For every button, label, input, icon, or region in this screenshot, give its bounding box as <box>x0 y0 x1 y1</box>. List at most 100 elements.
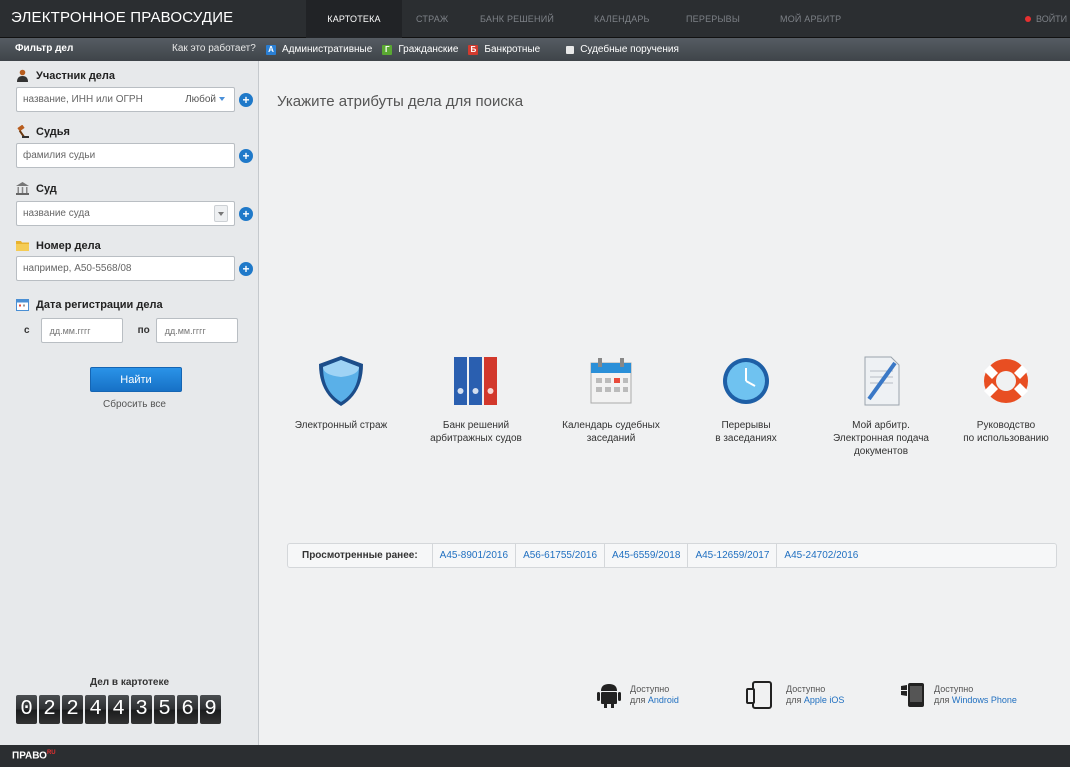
tile-electronic-guard[interactable]: Электронный страж <box>276 353 406 432</box>
nav-kartoteka[interactable]: КАРТОТЕКА <box>306 0 402 38</box>
case-number-input[interactable]: например, А50-5568/08 <box>16 256 235 281</box>
search-hint: Укажите атрибуты дела для поиска <box>277 93 524 110</box>
nav-strazh[interactable]: СТРАЖ <box>402 0 460 38</box>
case-number-section: Номер дела <box>16 239 101 252</box>
filter-sidebar: Участник дела название, ИНН или ОГРН Люб… <box>0 61 259 745</box>
cases-counter-label: Дел в картотеке <box>89 677 170 688</box>
android-icon <box>597 684 621 708</box>
folder-icon <box>16 241 29 251</box>
date-from-label: с <box>24 325 30 336</box>
courthouse-icon <box>16 182 29 195</box>
add-participant-icon[interactable]: + <box>239 93 253 107</box>
app-for-label: для <box>786 695 802 705</box>
participant-role-select[interactable]: Любой <box>185 94 225 105</box>
category-a-badge-icon: А <box>266 44 276 55</box>
login-label: ВОЙТИ <box>1036 14 1068 24</box>
tile-recesses[interactable]: Перерывы в заседаниях <box>681 353 811 445</box>
judge-placeholder: фамилия судьи <box>23 150 96 161</box>
login-dot-icon <box>1025 16 1031 22</box>
add-court-icon[interactable]: + <box>239 207 253 221</box>
recent-cases-bar: Просмотренные ранее: А45-8901/2016 А56-6… <box>287 543 1057 568</box>
calendar-large-icon <box>590 358 632 404</box>
android-link[interactable]: Android <box>648 695 679 705</box>
app-android[interactable]: Доступно для Android <box>596 681 679 709</box>
judge-section: Судья <box>16 125 70 138</box>
judge-input[interactable]: фамилия судьи <box>16 143 235 168</box>
nav-bank-resheniy[interactable]: БАНК РЕШЕНИЙ <box>460 0 572 38</box>
app-for-label: для <box>630 695 646 705</box>
main-panel: Укажите атрибуты дела для поиска Электро… <box>260 61 1070 745</box>
clock-icon <box>723 358 769 404</box>
recent-case-link[interactable]: А45-8901/2016 <box>433 544 517 567</box>
date-to-input[interactable]: дд.мм.гггг <box>155 318 238 343</box>
tile-court-calendar[interactable]: Календарь судебных заседаний <box>546 353 676 445</box>
pravo-logo-sup: RU <box>46 750 56 756</box>
court-label: Суд <box>36 182 57 195</box>
court-dropdown-icon[interactable] <box>214 205 228 222</box>
nav-calendar[interactable]: КАЛЕНДАРЬ <box>572 0 672 38</box>
recent-cases-label: Просмотренные ранее: <box>288 544 433 567</box>
participant-label: Участник дела <box>36 69 116 82</box>
windows-phone-icon <box>901 683 924 707</box>
category-court-orders[interactable]: Судебные поручения <box>566 44 679 55</box>
recent-case-link[interactable]: А45-12659/2017 <box>688 544 778 567</box>
counter-digit: 2 <box>39 695 60 724</box>
how-it-works-link[interactable]: Как это работает? <box>172 43 256 54</box>
tile-label: документов <box>853 446 909 457</box>
judge-label: Судья <box>36 125 70 138</box>
date-from-input[interactable]: дд.мм.гггг <box>40 318 123 343</box>
add-case-number-icon[interactable]: + <box>239 262 253 276</box>
counter-digit: 5 <box>154 695 175 724</box>
tile-label: Электронный страж <box>294 420 388 431</box>
case-number-placeholder: например, А50-5568/08 <box>23 263 132 274</box>
recent-case-link[interactable]: А56-61755/2016 <box>516 544 606 567</box>
category-bankruptcy[interactable]: Б Банкротные <box>468 44 540 55</box>
pravo-logo[interactable]: ПРАВОRU <box>12 750 56 761</box>
login-link[interactable]: ВОЙТИ <box>1025 0 1067 38</box>
tile-label: Мой арбитр. <box>852 420 910 431</box>
tile-label: в заседаниях <box>715 433 777 444</box>
nav-pereryvy[interactable]: ПЕРЕРЫВЫ <box>672 0 764 38</box>
category-label: Гражданские <box>398 44 459 55</box>
top-nav: КАРТОТЕКА СТРАЖ БАНК РЕШЕНИЙ КАЛЕНДАРЬ П… <box>306 0 864 38</box>
tile-label: заседаний <box>586 433 636 444</box>
tile-label: Перерывы <box>721 420 771 431</box>
binders-icon <box>454 357 497 405</box>
participant-section: Участник дела <box>16 69 115 82</box>
pravo-logo-text: ПРАВО <box>12 750 47 762</box>
recent-case-link[interactable]: А45-6559/2018 <box>605 544 689 567</box>
add-judge-icon[interactable]: + <box>239 149 253 163</box>
participant-placeholder: название, ИНН или ОГРН <box>23 94 143 105</box>
category-civil[interactable]: Г Гражданские <box>382 44 458 55</box>
participant-input[interactable]: название, ИНН или ОГРН Любой <box>16 87 235 112</box>
counter-digit: 3 <box>131 695 152 724</box>
windows-phone-link[interactable]: Windows Phone <box>952 695 1017 705</box>
app-windows-phone[interactable]: Доступно для Windows Phone <box>900 681 1017 709</box>
category-label: Административные <box>282 44 373 55</box>
tile-user-guide[interactable]: Руководство по использованию <box>941 353 1070 445</box>
counter-digit: 4 <box>108 695 129 724</box>
category-label: Судебные поручения <box>580 44 679 55</box>
ios-link[interactable]: Apple iOS <box>804 695 845 705</box>
app-ios[interactable]: Доступно для Apple iOS <box>746 681 844 709</box>
find-button[interactable]: Найти <box>90 367 182 392</box>
court-select[interactable]: название суда <box>16 201 235 226</box>
brand-title[interactable]: ЭЛЕКТРОННОЕ ПРАВОСУДИЕ <box>11 9 233 26</box>
app-available-label: Доступно <box>786 684 826 694</box>
apple-devices-icon <box>746 681 772 709</box>
app-available-label: Доступно <box>630 684 670 694</box>
tile-label: Руководство <box>976 420 1036 431</box>
counter-digit: 0 <box>16 695 37 724</box>
category-square-icon <box>566 45 575 54</box>
app-available-label: Доступно <box>934 684 974 694</box>
tile-label: по использованию <box>963 433 1049 444</box>
tile-decisions-bank[interactable]: Банк решений арбитражных судов <box>411 353 541 445</box>
reset-all-link[interactable]: Сбросить все <box>103 399 166 410</box>
app-for-label: для <box>934 695 950 705</box>
nav-moy-arbitr[interactable]: МОЙ АРБИТР <box>764 0 864 38</box>
category-label: Банкротные <box>484 44 541 55</box>
tile-my-arbiter[interactable]: Мой арбитр. Электронная подача документо… <box>816 353 946 458</box>
category-administrative[interactable]: А Административные <box>266 44 372 55</box>
category-b-badge-icon: Б <box>468 44 479 55</box>
recent-case-link[interactable]: А45-24702/2016 <box>777 544 865 567</box>
